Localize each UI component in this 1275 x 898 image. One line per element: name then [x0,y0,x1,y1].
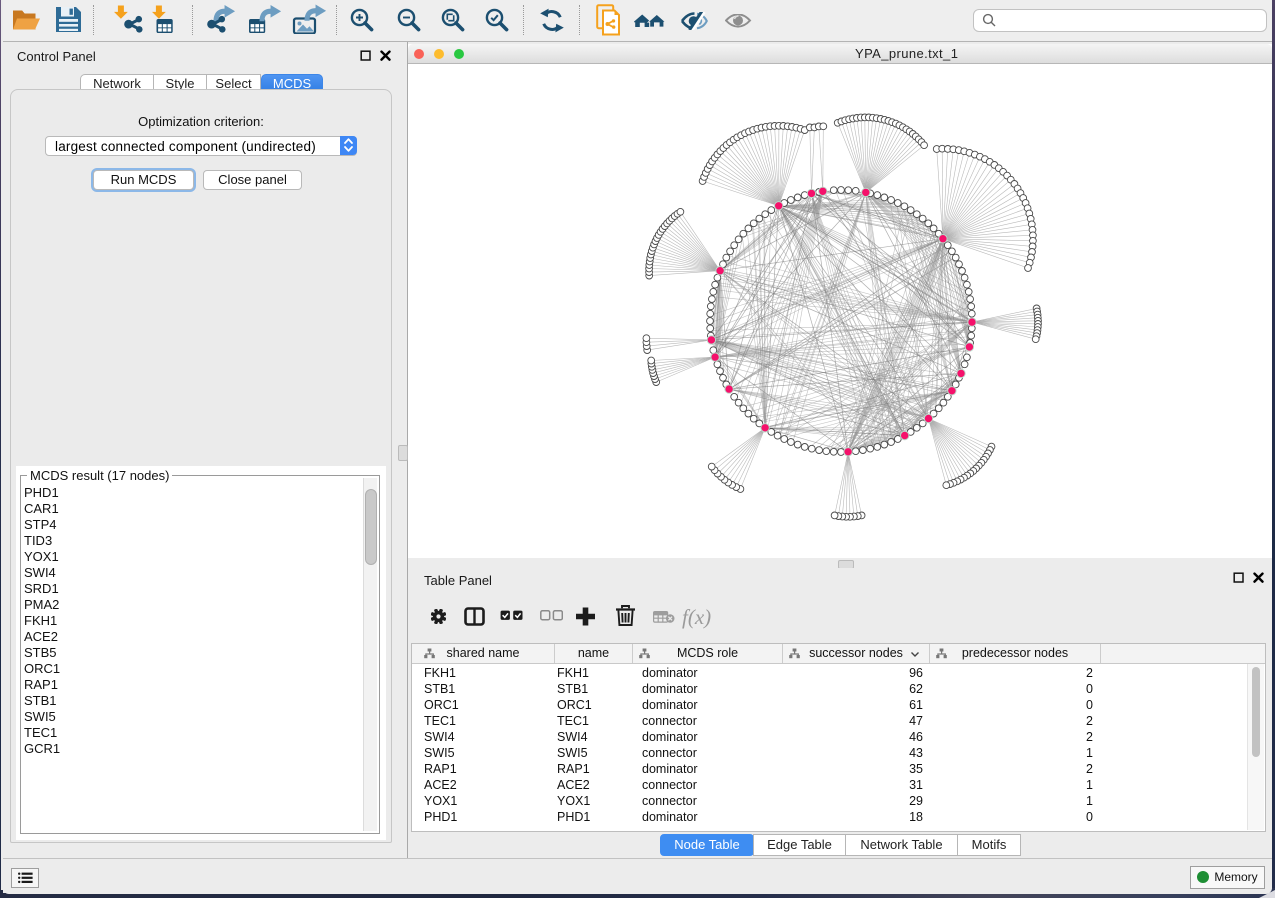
svg-text:f(x): f(x) [682,605,711,629]
